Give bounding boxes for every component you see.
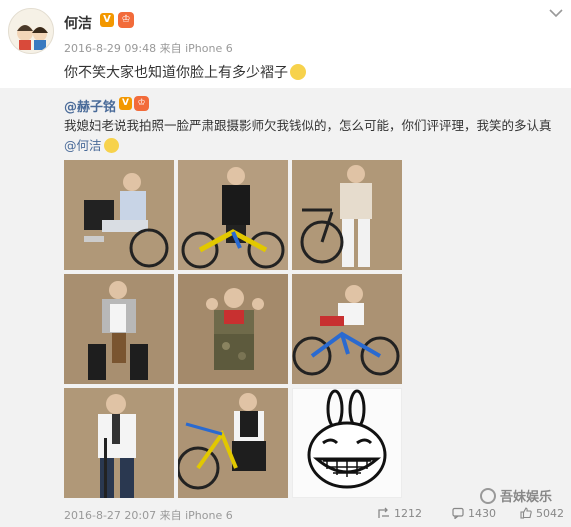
weibo-post: 何洁 V ♔ 2016-8-29 09:48 来自 iPhone 6 你不笑大家… — [0, 0, 571, 527]
photo-7[interactable] — [64, 388, 174, 498]
avatar[interactable] — [8, 8, 54, 54]
repost-meta: 2016-8-27 20:07 来自 iPhone 6 — [64, 509, 233, 522]
verified-badge-icon: V — [100, 13, 114, 27]
watermark-logo-icon — [480, 488, 496, 504]
comment-count-value: 1430 — [468, 507, 496, 520]
chevron-down-icon[interactable] — [549, 8, 563, 18]
comment-count[interactable]: 1430 — [452, 507, 496, 521]
photo-4[interactable] — [64, 274, 174, 384]
photo-3[interactable] — [292, 160, 402, 270]
username[interactable]: 何洁 — [64, 13, 92, 33]
like-count-value: 5042 — [536, 507, 564, 520]
repost-level-badge-icon: ♔ — [134, 96, 149, 111]
watermark-text: 吾妹娱乐 — [500, 490, 553, 505]
comment-icon — [452, 507, 464, 519]
level-badge-icon: ♔ — [118, 12, 134, 28]
post-text-content: 你不笑大家也知道你脸上有多少褶子 — [64, 65, 288, 81]
photo-8[interactable] — [178, 388, 288, 498]
repost-count[interactable]: 1212 — [378, 507, 422, 521]
repost-verified-badge-icon: V — [119, 97, 132, 110]
post-meta: 2016-8-29 09:48 来自 iPhone 6 — [64, 42, 233, 55]
mention-link[interactable]: @何洁 — [64, 138, 102, 153]
repost-icon — [378, 507, 389, 518]
smile-emoji-icon — [103, 138, 119, 153]
repost-text-content: 我媳妇老说我拍照一脸严肃跟摄影师欠我钱似的，怎么可能，你们评评理，我笑的多认真 — [64, 118, 552, 133]
repost-username[interactable]: @赫子铭 — [64, 96, 116, 115]
photo-9[interactable] — [292, 388, 402, 498]
photo-1[interactable] — [64, 160, 174, 270]
repost-card[interactable]: @赫子铭 V ♔ 我媳妇老说我拍照一脸严肃跟摄影师欠我钱似的，怎么可能，你们评评… — [0, 88, 571, 527]
post-text: 你不笑大家也知道你脸上有多少褶子 — [64, 62, 306, 82]
grin-sweat-emoji-icon — [290, 64, 306, 80]
watermark: 吾妹娱乐 — [480, 486, 552, 505]
thumbs-up-icon — [520, 507, 532, 519]
repost-count-value: 1212 — [394, 507, 422, 520]
photo-6[interactable] — [292, 274, 402, 384]
photo-2[interactable] — [178, 160, 288, 270]
photo-5[interactable] — [178, 274, 288, 384]
like-count[interactable]: 5042 — [520, 507, 564, 521]
repost-text: 我媳妇老说我拍照一脸严肃跟摄影师欠我钱似的，怎么可能，你们评评理，我笑的多认真 @… — [64, 116, 556, 156]
